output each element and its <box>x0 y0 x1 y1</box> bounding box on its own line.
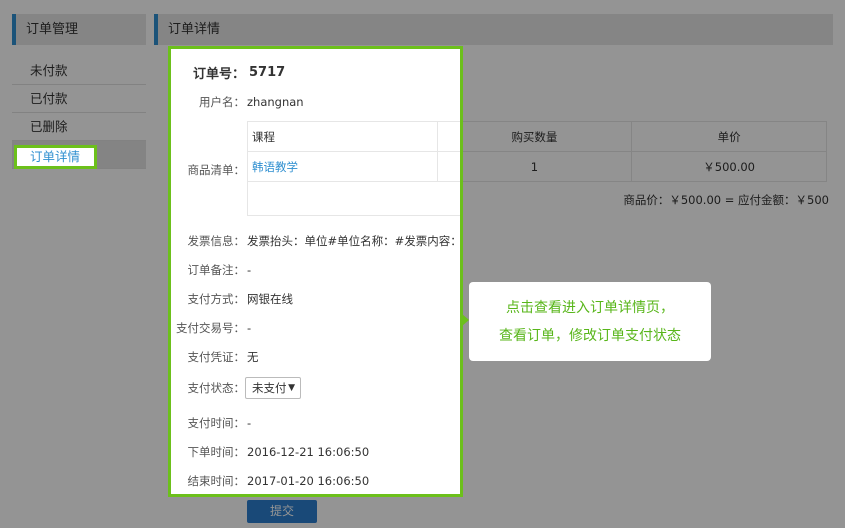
remark-value: - <box>247 263 252 277</box>
column-header-course: 课程 <box>247 121 438 152</box>
order-time-row: 下单时间： 2016-12-21 16:06:50 <box>173 444 370 460</box>
voucher-value: 无 <box>247 350 259 364</box>
pay-status-select[interactable]: 未支付 ▼ <box>245 377 301 399</box>
invoice-row: 发票信息： 发票抬头：单位#单位名称：#发票内容：明细 <box>173 233 463 249</box>
voucher-label: 支付凭证： <box>187 350 246 364</box>
remark-row: 订单备注： - <box>173 262 252 278</box>
pay-method-label: 支付方式： <box>187 292 246 306</box>
chevron-down-icon: ▼ <box>288 383 295 393</box>
end-time-label: 结束时间： <box>187 474 246 488</box>
voucher-row: 支付凭证： 无 <box>173 349 259 365</box>
username-row: 用户名： zhangnan <box>173 94 304 110</box>
order-no-row: 订单号： 5717 <box>173 63 285 82</box>
remark-label: 订单备注： <box>187 263 246 277</box>
goods-row: 商品清单： <box>173 162 246 178</box>
goods-table: 课程 韩语教学 <box>247 121 460 216</box>
pay-time-label: 支付时间： <box>187 416 246 430</box>
order-time-label: 下单时间： <box>187 445 246 459</box>
trade-no-label: 支付交易号： <box>176 321 245 335</box>
trade-no-row: 支付交易号： - <box>173 320 251 336</box>
order-detail-panel: 订单号： 5717 用户名： zhangnan 商品清单： 课程 韩语教学 发票… <box>168 46 463 497</box>
pay-time-row: 支付时间： - <box>173 415 252 431</box>
cell-course: 韩语教学 <box>247 151 438 182</box>
end-time-row: 结束时间： 2017-01-20 16:06:50 <box>173 473 370 489</box>
pay-status-selected: 未支付 <box>252 381 287 395</box>
pay-status-label: 支付状态： <box>187 381 246 395</box>
end-time-value: 2017-01-20 16:06:50 <box>247 474 370 488</box>
callout-line-2: 查看订单，修改订单支付状态 <box>499 328 681 344</box>
username-value: zhangnan <box>247 95 304 109</box>
order-no-label: 订单号： <box>192 67 245 82</box>
order-time-value: 2016-12-21 16:06:50 <box>247 445 370 459</box>
callout-line-1: 点击查看进入订单详情页， <box>506 300 674 316</box>
sidebar-item-order-detail[interactable]: 订单详情 <box>14 145 97 169</box>
pay-method-row: 支付方式： 网银在线 <box>173 291 294 307</box>
tutorial-callout: 点击查看进入订单详情页， 查看订单，修改订单支付状态 <box>469 282 711 361</box>
pay-status-row: 支付状态： 未支付 ▼ <box>173 377 301 399</box>
username-label: 用户名： <box>199 95 245 109</box>
goods-label: 商品清单： <box>187 163 246 177</box>
pay-method-value: 网银在线 <box>247 292 293 306</box>
callout-pointer-icon <box>462 314 469 326</box>
invoice-value: 发票抬头：单位#单位名称：#发票内容：明细 <box>247 234 463 248</box>
order-no-value: 5717 <box>249 65 286 80</box>
course-link[interactable]: 韩语教学 <box>252 160 298 174</box>
pay-time-value: - <box>247 416 252 430</box>
invoice-label: 发票信息： <box>187 234 246 248</box>
trade-no-value: - <box>247 321 252 335</box>
